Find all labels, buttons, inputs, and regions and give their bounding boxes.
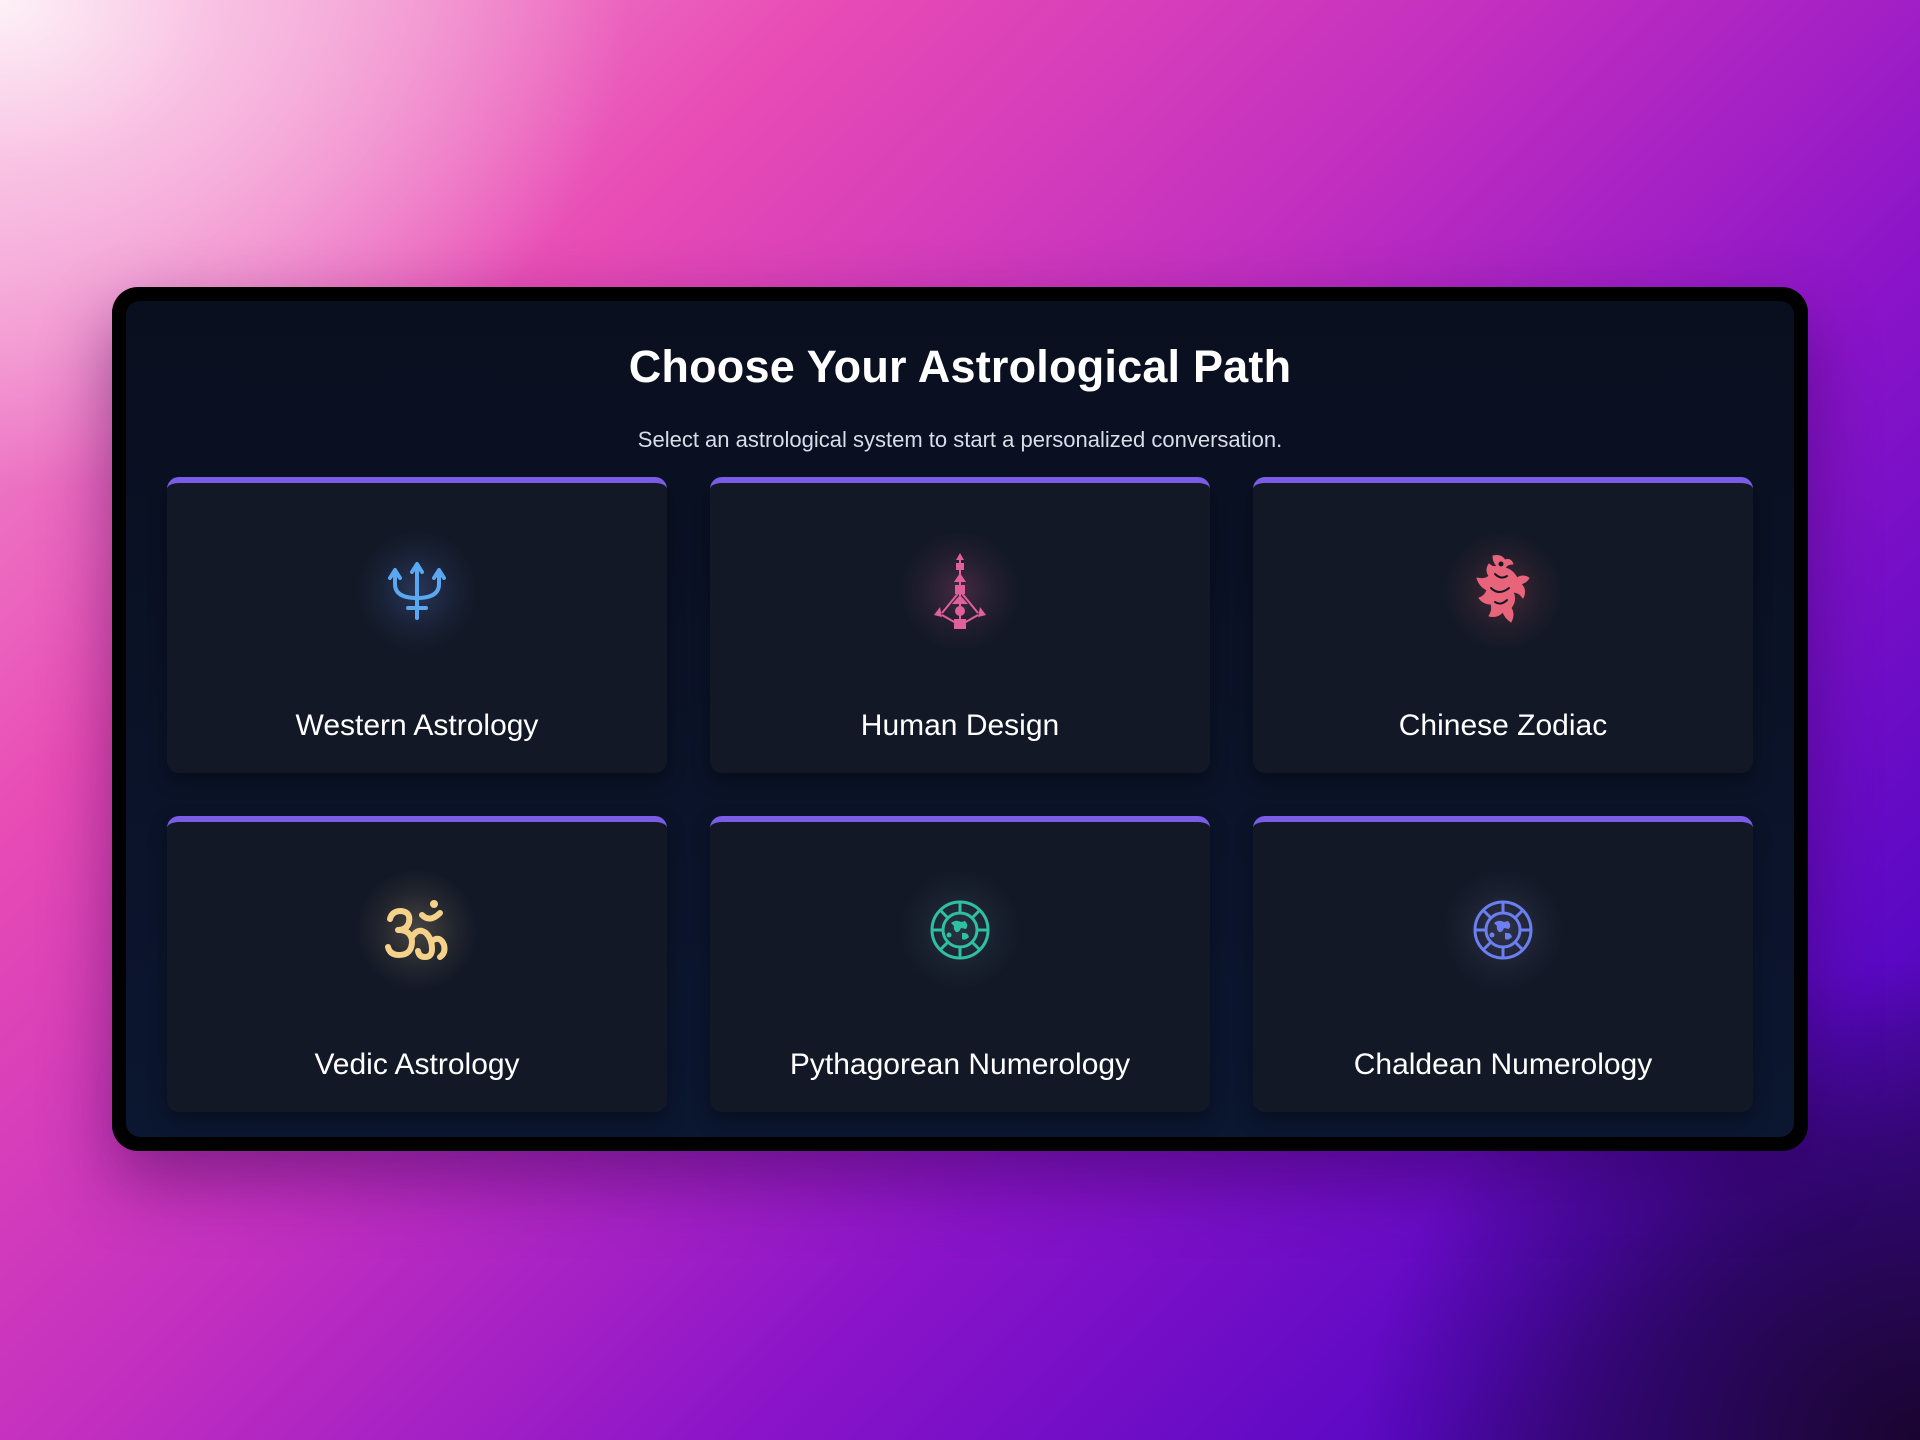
page-title: Choose Your Astrological Path (628, 341, 1292, 392)
card-vedic-astrology[interactable]: Vedic Astrology (167, 816, 667, 1112)
om-icon (357, 870, 477, 990)
card-label: Pythagorean Numerology (789, 1048, 1131, 1081)
trident-icon (357, 531, 477, 651)
card-chinese-zodiac[interactable]: Chinese Zodiac (1253, 477, 1753, 773)
dragon-icon (1443, 531, 1563, 651)
bodygraph-icon (900, 531, 1020, 651)
card-label: Chaldean Numerology (1353, 1048, 1653, 1081)
globe-compass-icon (900, 870, 1020, 990)
globe-compass-icon (1443, 870, 1563, 990)
path-selection-panel: Choose Your Astrological Path Select an … (126, 301, 1794, 1137)
card-label: Vedic Astrology (314, 1048, 520, 1081)
card-human-design[interactable]: Human Design (710, 477, 1210, 773)
card-label: Chinese Zodiac (1398, 709, 1608, 742)
card-western-astrology[interactable]: Western Astrology (167, 477, 667, 773)
page-subtitle: Select an astrological system to start a… (637, 427, 1283, 452)
card-pythagorean-numerology[interactable]: Pythagorean Numerology (710, 816, 1210, 1112)
app-window: Choose Your Astrological Path Select an … (112, 287, 1808, 1151)
astrology-options-grid: Western Astrology Human Design Chinese Z… (167, 477, 1753, 1112)
card-label: Human Design (860, 709, 1060, 742)
card-chaldean-numerology[interactable]: Chaldean Numerology (1253, 816, 1753, 1112)
card-label: Western Astrology (295, 709, 539, 742)
